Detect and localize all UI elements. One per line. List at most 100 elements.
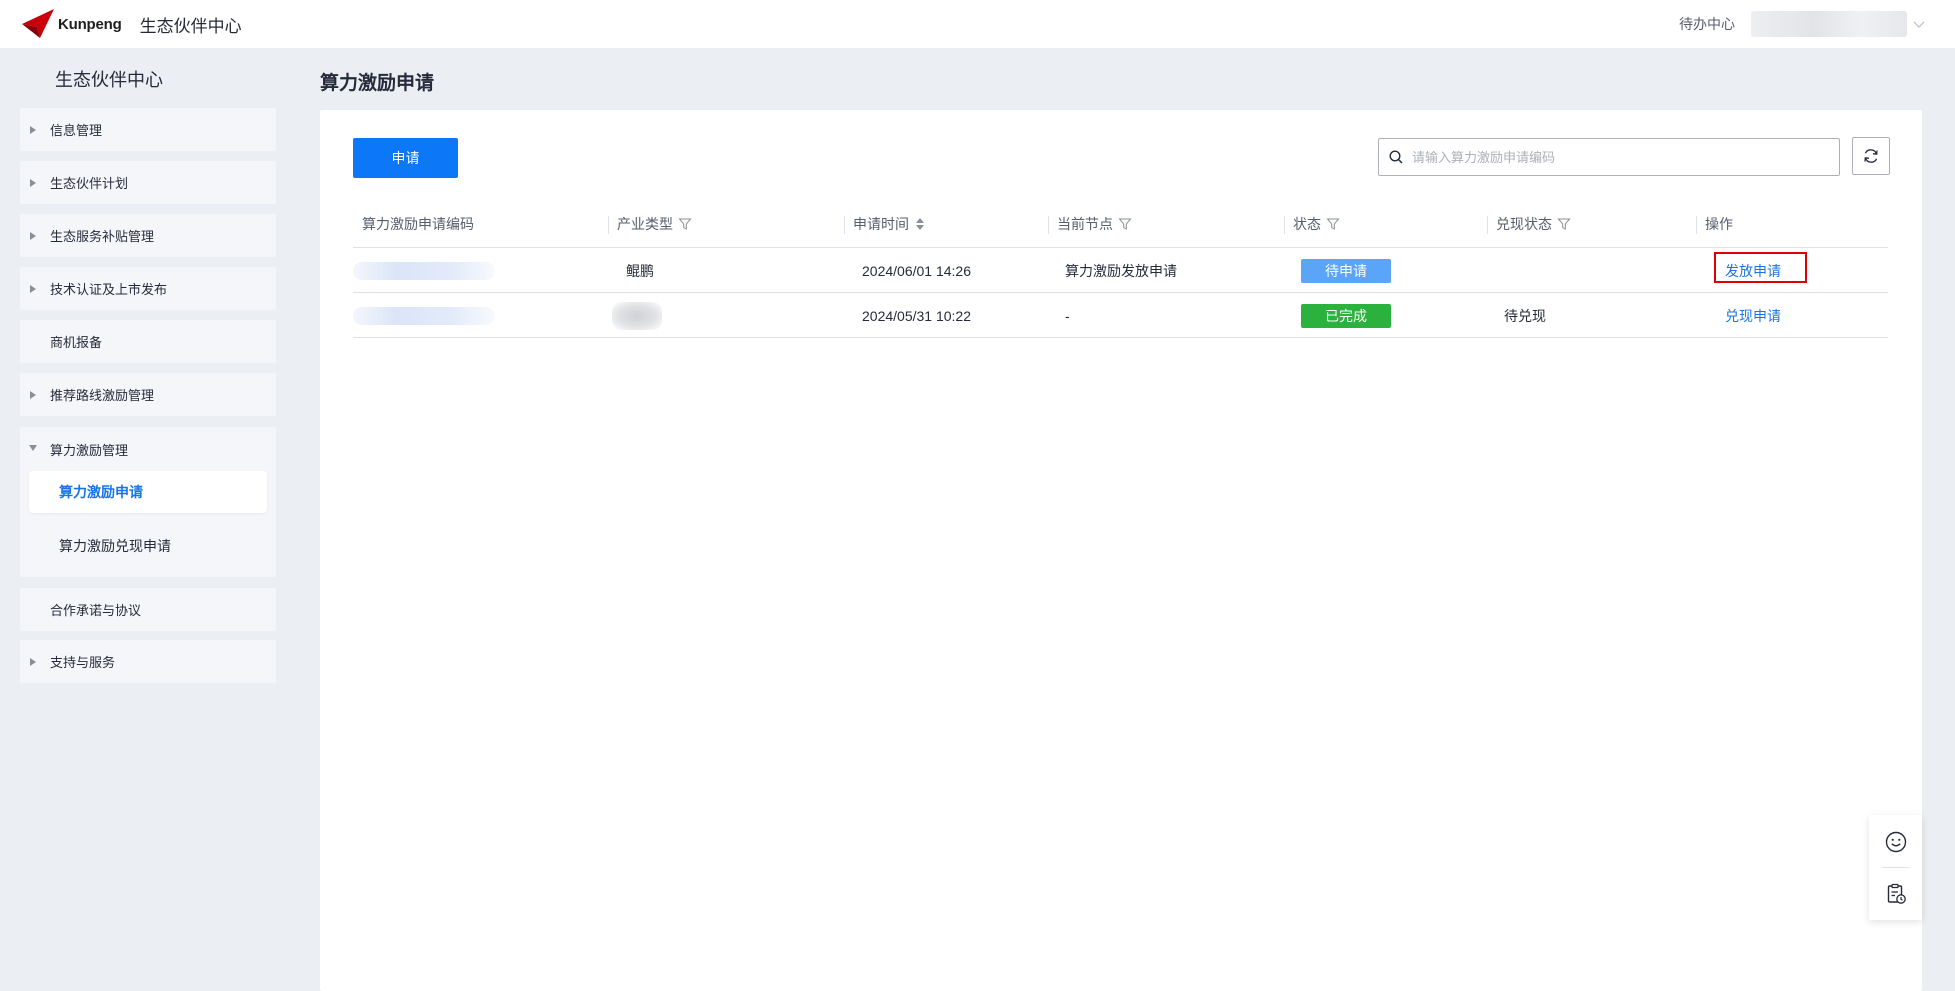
todo-center-link[interactable]: 待办中心 — [1679, 14, 1735, 34]
table-header: 算力激励申请编码 产业类型 申请时间 当前节点 状态 兑现状态 操作 — [353, 200, 1888, 248]
filter-icon[interactable] — [1326, 217, 1340, 231]
cell-code[interactable] — [353, 293, 495, 338]
column-header-industry: 产业类型 — [608, 200, 692, 248]
column-header-time: 申请时间 — [844, 200, 925, 248]
column-divider — [1284, 216, 1285, 234]
sidebar-item-label: 支持与服务 — [50, 655, 116, 670]
caret-right-icon — [30, 231, 36, 240]
cell-cash-status: 待兑现 — [1504, 307, 1546, 324]
column-header-node: 当前节点 — [1048, 200, 1132, 248]
column-label: 产业类型 — [617, 216, 673, 232]
caret-right-icon — [30, 390, 36, 399]
search-icon — [1389, 150, 1403, 164]
column-label: 申请时间 — [853, 216, 909, 232]
cash-apply-link[interactable]: 兑现申请 — [1725, 306, 1781, 326]
sidebar-group-label[interactable]: 算力激励管理 — [50, 440, 128, 459]
header-right: 待办中心 — [1679, 0, 1927, 48]
refresh-icon — [1864, 149, 1878, 163]
caret-right-icon — [30, 284, 36, 293]
sidebar-title: 生态伙伴中心 — [55, 70, 163, 90]
sidebar-item-compute-cash[interactable]: 算力激励兑现申请 — [59, 536, 171, 556]
search-input[interactable] — [1412, 142, 1839, 172]
column-divider — [1696, 216, 1697, 234]
sidebar-item-label: 技术认证及上市发布 — [50, 282, 168, 297]
sidebar-item-label: 推荐路线激励管理 — [50, 388, 155, 403]
cell-status: 已完成 — [1301, 293, 1391, 338]
sidebar-item-compute-apply[interactable]: 算力激励申请 — [29, 471, 267, 513]
sidebar-item-label: 合作承诺与协议 — [50, 603, 142, 618]
table-row: 2024/05/31 10:22 - 已完成 待兑现 兑现申请 — [353, 293, 1888, 338]
caret-right-icon — [30, 125, 36, 134]
app-title: 生态伙伴中心 — [139, 16, 242, 36]
cell-time: 2024/06/01 14:26 — [862, 262, 971, 279]
column-divider — [1487, 216, 1488, 234]
cell-status: 待申请 — [1301, 248, 1391, 293]
cell-industry: 鲲鹏 — [626, 262, 654, 279]
floating-toolbar — [1869, 815, 1922, 920]
column-label: 状态 — [1293, 216, 1321, 232]
sidebar-item-partner-plan[interactable]: 生态伙伴计划 — [20, 161, 276, 204]
table-row: 鲲鹏 2024/06/01 14:26 算力激励发放申请 待申请 发放申请 — [353, 248, 1888, 293]
redacted-code — [353, 306, 495, 325]
redacted-industry — [612, 301, 662, 330]
column-divider — [1048, 216, 1049, 234]
sidebar-group-compute-incentive: 算力激励管理 算力激励申请 算力激励兑现申请 — [20, 427, 276, 577]
user-account[interactable] — [1751, 11, 1907, 37]
refresh-button[interactable] — [1852, 137, 1890, 175]
caret-right-icon — [30, 178, 36, 187]
column-divider — [844, 216, 845, 234]
filter-icon[interactable] — [1118, 217, 1132, 231]
cell-time: 2024/05/31 10:22 — [862, 307, 971, 324]
toolbar-divider — [1882, 867, 1909, 868]
caret-right-icon — [30, 657, 36, 666]
sidebar: 生态伙伴中心 信息管理 生态伙伴计划 生态服务补贴管理 技术认证及上市发布 商机… — [0, 48, 296, 991]
page-title: 算力激励申请 — [320, 73, 435, 94]
cell-code[interactable] — [353, 248, 495, 293]
cell-node: 算力激励发放申请 — [1065, 262, 1177, 279]
search-box[interactable] — [1378, 138, 1840, 176]
caret-down-icon — [29, 445, 37, 451]
sidebar-item-label: 商机报备 — [50, 335, 103, 350]
column-header-action: 操作 — [1696, 200, 1733, 248]
column-header-code: 算力激励申请编码 — [362, 200, 474, 248]
column-label: 当前节点 — [1057, 216, 1113, 232]
sidebar-item-label: 信息管理 — [50, 123, 103, 138]
cell-action: 发放申请 — [1714, 248, 1807, 293]
filter-icon[interactable] — [678, 217, 692, 231]
top-header: Kunpeng 生态伙伴中心 待办中心 — [0, 0, 1955, 48]
kunpeng-logo-icon — [22, 9, 54, 38]
application-table: 算力激励申请编码 产业类型 申请时间 当前节点 状态 兑现状态 操作 鲲鹏 20… — [353, 200, 1888, 338]
main-panel: 申请 算力激励申请编码 产业类型 — [320, 110, 1922, 991]
column-label: 算力激励申请编码 — [362, 216, 474, 232]
sidebar-item-support[interactable]: 支持与服务 — [20, 640, 276, 683]
sidebar-item-info[interactable]: 信息管理 — [20, 108, 276, 151]
sidebar-item-opportunity[interactable]: 商机报备 — [20, 320, 276, 363]
column-label: 兑现状态 — [1496, 216, 1552, 232]
brand[interactable]: Kunpeng 生态伙伴中心 — [20, 6, 242, 42]
cell-action: 兑现申请 — [1725, 293, 1781, 338]
smile-icon[interactable] — [1884, 830, 1908, 854]
sidebar-item-label: 生态服务补贴管理 — [50, 229, 155, 244]
sidebar-item-subsidy[interactable]: 生态服务补贴管理 — [20, 214, 276, 257]
sidebar-item-agreement[interactable]: 合作承诺与协议 — [20, 588, 276, 631]
chevron-down-icon[interactable] — [1911, 16, 1927, 32]
sort-icon[interactable] — [915, 216, 925, 232]
logo-text: Kunpeng — [58, 15, 122, 33]
sidebar-item-certification[interactable]: 技术认证及上市发布 — [20, 267, 276, 310]
status-badge: 待申请 — [1301, 258, 1391, 283]
column-header-status: 状态 — [1284, 200, 1340, 248]
filter-icon[interactable] — [1557, 217, 1571, 231]
status-badge: 已完成 — [1301, 303, 1391, 328]
column-label: 操作 — [1705, 216, 1733, 232]
clipboard-clock-icon[interactable] — [1884, 882, 1908, 906]
sidebar-item-route-incentive[interactable]: 推荐路线激励管理 — [20, 373, 276, 416]
apply-button[interactable]: 申请 — [353, 138, 458, 178]
cell-industry — [612, 293, 662, 338]
redacted-code — [353, 261, 495, 280]
column-divider — [608, 216, 609, 234]
column-header-cash-status: 兑现状态 — [1487, 200, 1571, 248]
cell-node: - — [1065, 307, 1070, 324]
highlight-box — [1714, 252, 1807, 283]
sidebar-item-label: 算力激励申请 — [59, 484, 143, 500]
sidebar-item-label: 生态伙伴计划 — [50, 176, 129, 191]
